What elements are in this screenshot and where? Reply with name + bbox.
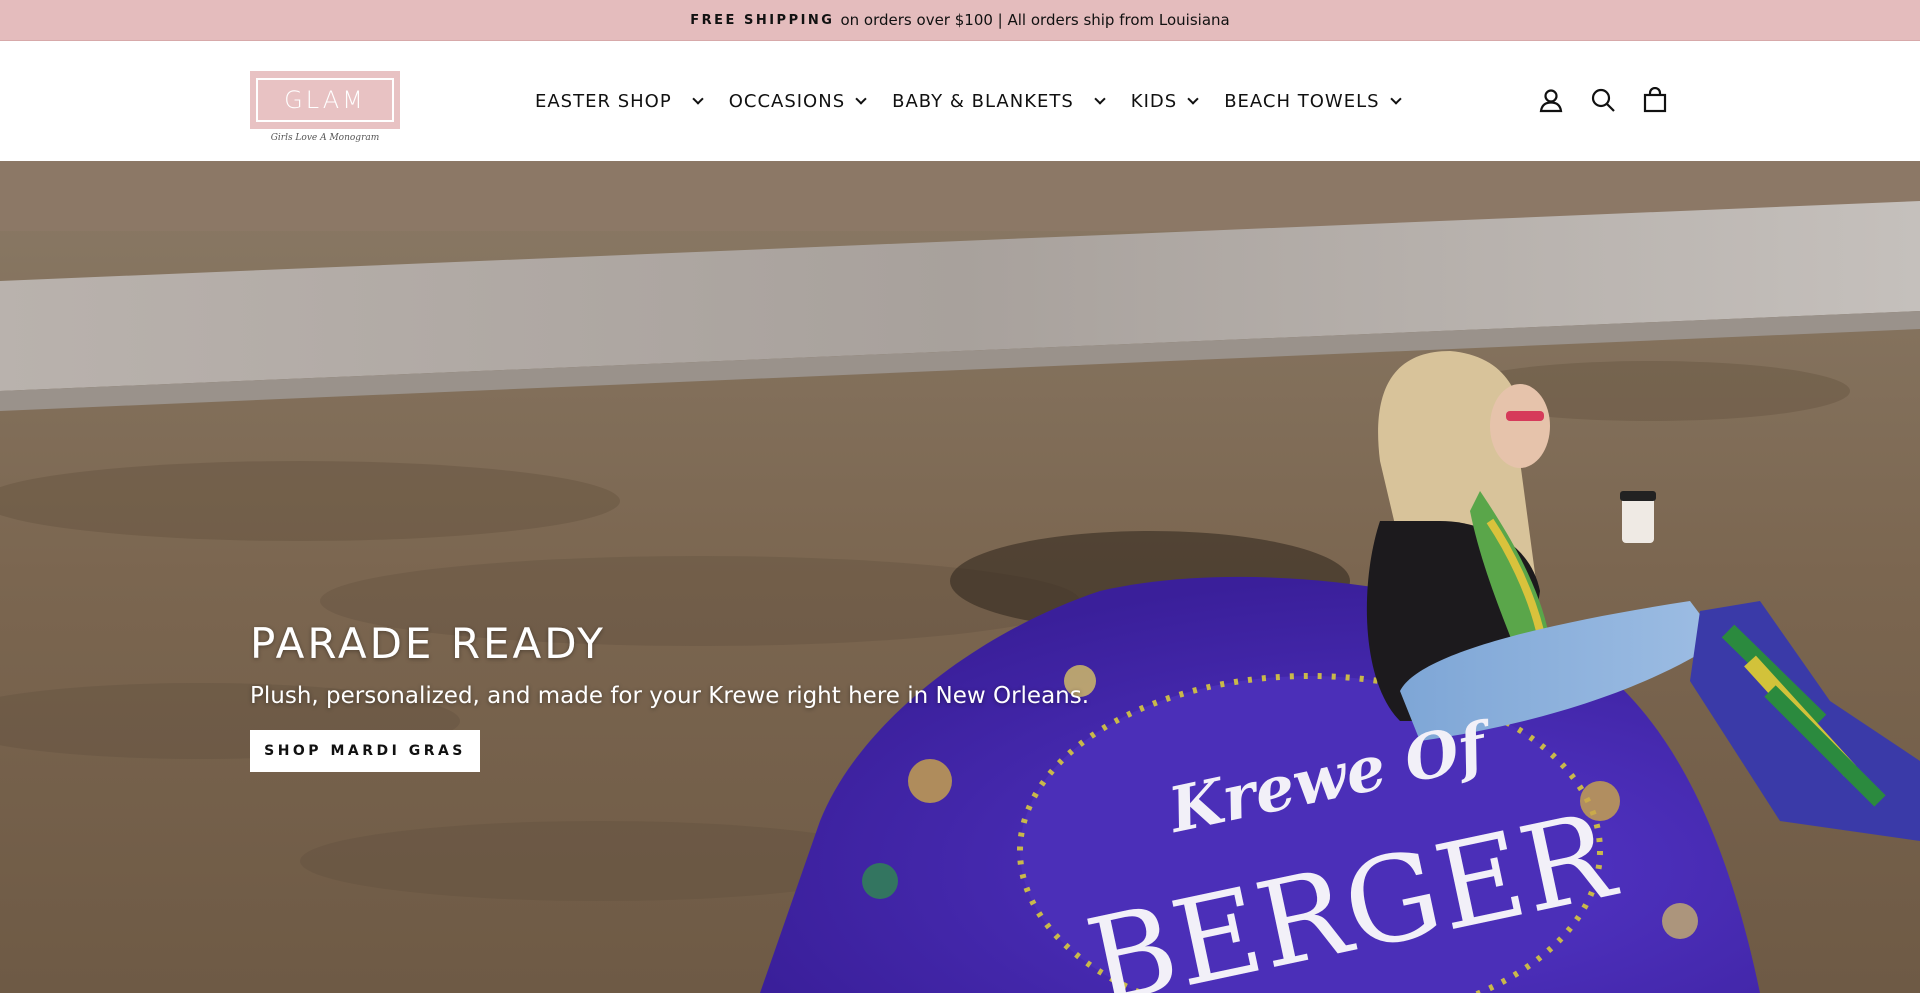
nav-item-kids[interactable]: KIDS <box>1130 90 1199 112</box>
logo-frame: GLAM <box>256 78 394 122</box>
announcement-bar: FREE SHIPPING on orders over $100 | All … <box>0 0 1920 41</box>
nav-item-label: EASTER SHOP <box>535 90 672 112</box>
nav-item-label: KIDS <box>1130 90 1178 112</box>
nav-item-label: BABY & BLANKETS <box>892 90 1074 112</box>
logo-tagline: Girls Love A Monogram <box>270 133 380 143</box>
hero-banner: Krewe Of BERGER PARADE READY Plush, pers… <box>0 161 1920 993</box>
site-header: GLAM Girls Love A Monogram EASTER SHOP O… <box>0 41 1920 161</box>
chevron-down-icon <box>1187 92 1199 105</box>
cart-icon[interactable] <box>1640 85 1670 115</box>
header-icons <box>1536 85 1692 115</box>
announcement-text: on orders over $100 | All orders ship fr… <box>840 11 1230 29</box>
hero-subtitle: Plush, personalized, and made for your K… <box>250 683 1090 709</box>
nav-item-baby-blankets[interactable]: BABY & BLANKETS <box>892 90 1106 112</box>
nav-item-easter-shop[interactable]: EASTER SHOP <box>535 90 704 112</box>
main-nav: EASTER SHOP OCCASIONS BABY & BLANKETS KI… <box>535 41 1427 161</box>
nav-item-label: BEACH TOWELS <box>1224 90 1380 112</box>
logo[interactable]: GLAM Girls Love A Monogram <box>250 71 400 143</box>
chevron-down-icon <box>1389 92 1402 105</box>
hero-image: Krewe Of BERGER <box>0 161 1920 993</box>
shop-mardi-gras-button[interactable]: SHOP MARDI GRAS <box>250 730 480 772</box>
nav-item-occasions[interactable]: OCCASIONS <box>728 90 867 112</box>
account-icon[interactable] <box>1536 85 1566 115</box>
hero-title: PARADE READY <box>250 619 606 668</box>
logo-word: GLAM <box>284 86 366 114</box>
chevron-down-icon <box>855 92 867 105</box>
search-icon[interactable] <box>1588 85 1618 115</box>
chevron-down-icon <box>692 92 704 105</box>
nav-item-beach-towels[interactable]: BEACH TOWELS <box>1224 90 1402 112</box>
nav-item-label: OCCASIONS <box>728 90 846 112</box>
hero-text-block: PARADE READY Plush, personalized, and ma… <box>250 619 1090 772</box>
chevron-down-icon <box>1094 92 1106 105</box>
announcement-highlight: FREE SHIPPING <box>690 12 835 28</box>
